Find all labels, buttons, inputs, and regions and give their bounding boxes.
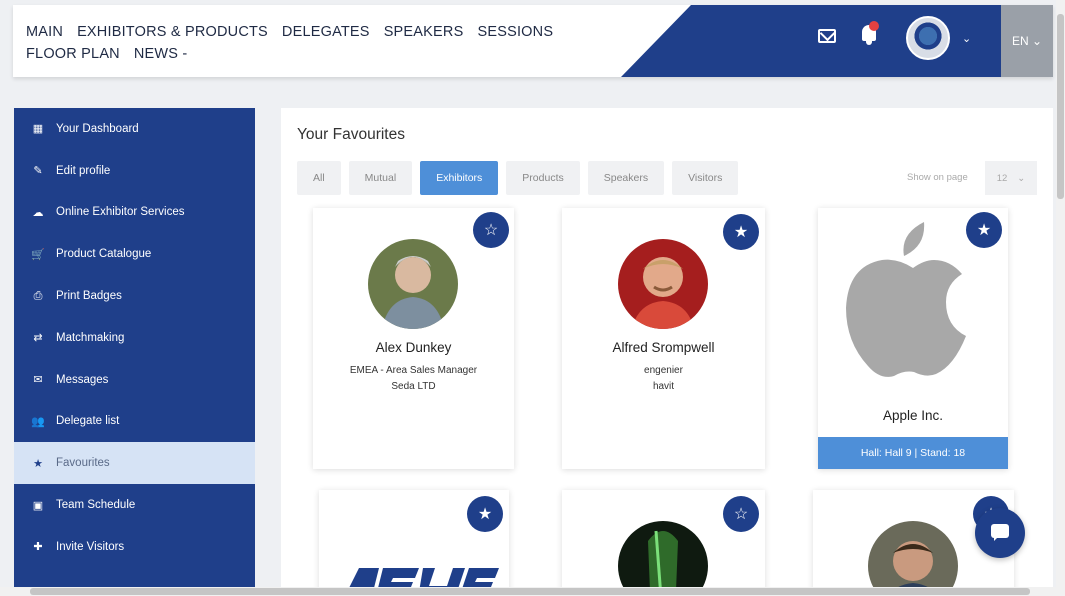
- sidebar-item-label: Product Catalogue: [56, 248, 152, 261]
- sidebar: ▦ Your Dashboard ✎ Edit profile ☁ Online Ex…: [14, 108, 255, 588]
- card-company: Seda LTD: [391, 381, 436, 392]
- card-name: Alex Dunkey: [375, 340, 452, 355]
- tab-mutual[interactable]: Mutual: [348, 161, 413, 195]
- nav-floor-plan[interactable]: FLOOR PLAN: [26, 43, 120, 65]
- header-accent: [621, 5, 1053, 77]
- scrollbar-thumb[interactable]: [1057, 14, 1064, 199]
- tab-all[interactable]: All: [297, 161, 341, 195]
- sidebar-item-favourites[interactable]: ★ Favourites: [14, 442, 255, 485]
- card-name: Apple Inc.: [882, 408, 944, 423]
- tab-visitors[interactable]: Visitors: [672, 161, 739, 195]
- calendar-icon: ▣: [32, 499, 44, 512]
- nav-news[interactable]: NEWS -: [134, 43, 188, 65]
- sidebar-item-label: Team Schedule: [56, 499, 136, 512]
- dashboard-icon: ▦: [32, 123, 44, 136]
- avatar[interactable]: [906, 16, 950, 60]
- page-title: Your Favourites: [297, 126, 405, 143]
- main-nav: MAIN EXHIBITORS & PRODUCTS DELEGATES SPEAKE…: [26, 21, 586, 65]
- sidebar-item-label: Delegate list: [56, 415, 120, 428]
- favourite-card[interactable]: ★ Apple Inc. Hall: Hall 9 | Stand: 18: [818, 208, 1008, 469]
- nav-main[interactable]: MAIN: [26, 21, 63, 43]
- sidebar-item-label: Online Exhibitor Services: [56, 206, 185, 219]
- apple-logo-icon: [846, 222, 966, 377]
- nav-exhibitors-products[interactable]: EXHIBITORS & PRODUCTS: [77, 21, 268, 43]
- language-selector[interactable]: EN ⌄: [1001, 5, 1053, 77]
- favourite-card[interactable]: ☆: [562, 490, 765, 588]
- users-icon: 👥: [31, 415, 45, 428]
- sidebar-item-label: Invite Visitors: [56, 540, 125, 553]
- card-role: EMEA - Area Sales Manager: [349, 365, 478, 376]
- card-role: engenier: [644, 365, 683, 376]
- tab-exhibitors[interactable]: Exhibitors: [420, 161, 499, 195]
- message-icon: ✉: [33, 374, 43, 387]
- sidebar-item-edit-profile[interactable]: ✎ Edit profile: [14, 150, 255, 192]
- sidebar-item-label: Messages: [56, 373, 109, 386]
- star-outline-icon[interactable]: ☆: [473, 212, 509, 248]
- filter-tabs: All Mutual Exhibitors Products Speakers …: [297, 161, 739, 195]
- card-name: Alfred Srompwell: [612, 340, 715, 355]
- chevron-down-icon[interactable]: ⌄: [962, 32, 971, 45]
- sidebar-item-messages[interactable]: ✉ Messages: [14, 359, 255, 401]
- person-photo: [368, 239, 458, 329]
- scrollbar-thumb[interactable]: [30, 588, 1030, 595]
- notification-badge: [869, 21, 879, 31]
- top-header: MAIN EXHIBITORS & PRODUCTS DELEGATES SPEAKE…: [13, 5, 1053, 77]
- star-filled-icon[interactable]: ★: [467, 496, 503, 532]
- sidebar-item-dashboard[interactable]: ▦ Your Dashboard: [14, 108, 255, 150]
- favourites-panel: Your Favourites All Mutual Exhibitors Pr…: [281, 108, 1053, 588]
- nav-speakers[interactable]: SPEAKERS: [384, 21, 464, 43]
- chat-icon[interactable]: [975, 508, 1025, 558]
- favourite-card[interactable]: ★: [319, 490, 509, 588]
- vertical-scrollbar[interactable]: [1056, 0, 1065, 596]
- page-size-select[interactable]: 12 ⌄: [985, 161, 1037, 195]
- person-photo: [618, 521, 708, 588]
- person-photo: [868, 521, 958, 588]
- horizontal-scrollbar[interactable]: [0, 587, 1056, 596]
- mail-icon[interactable]: [818, 29, 836, 43]
- favourite-card[interactable]: ★ Alfred Srompwell engenier havit: [562, 208, 765, 469]
- star-filled-icon[interactable]: ★: [723, 214, 759, 250]
- nav-sessions[interactable]: SESSIONS: [477, 21, 553, 43]
- sidebar-item-label: Matchmaking: [56, 331, 125, 344]
- show-on-page-label: Show on page: [907, 172, 968, 183]
- favourite-card[interactable]: ☆ Alex Dunkey EMEA - Area Sales Manager …: [313, 208, 514, 469]
- sidebar-item-product-catalogue[interactable]: 🛒 Product Catalogue: [14, 233, 255, 275]
- sidebar-item-matchmaking[interactable]: ⇄ Matchmaking: [14, 317, 255, 359]
- handshake-icon: ⇄: [33, 332, 43, 345]
- card-company: havit: [652, 381, 675, 392]
- pencil-icon: ✎: [33, 165, 43, 178]
- tab-products[interactable]: Products: [506, 161, 580, 195]
- cart-icon: 🛒: [31, 248, 45, 261]
- asus-logo-icon: [349, 568, 499, 588]
- hall-stand-badge: Hall: Hall 9 | Stand: 18: [818, 437, 1008, 469]
- sidebar-item-label: Print Badges: [56, 290, 122, 303]
- print-icon: ⎙: [33, 289, 43, 302]
- sidebar-item-label: Edit profile: [56, 164, 111, 177]
- star-icon: ★: [33, 457, 43, 470]
- sidebar-item-label: Favourites: [56, 457, 110, 470]
- chevron-down-icon: ⌄: [1017, 172, 1026, 184]
- sidebar-item-delegate-list[interactable]: 👥 Delegate list: [14, 401, 255, 443]
- cloud-icon: ☁: [32, 206, 44, 219]
- sidebar-item-print-badges[interactable]: ⎙ Print Badges: [14, 275, 255, 317]
- person-photo: [618, 239, 708, 329]
- user-plus-icon: ✚: [33, 541, 43, 554]
- page-size-value: 12: [996, 172, 1008, 184]
- sidebar-item-label: Your Dashboard: [56, 122, 139, 135]
- sidebar-item-team-schedule[interactable]: ▣ Team Schedule: [14, 484, 255, 526]
- tab-speakers[interactable]: Speakers: [587, 161, 665, 195]
- sidebar-item-online-services[interactable]: ☁ Online Exhibitor Services: [14, 192, 255, 234]
- sidebar-item-invite-visitors[interactable]: ✚ Invite Visitors: [14, 526, 255, 568]
- nav-delegates[interactable]: DELEGATES: [282, 21, 370, 43]
- star-outline-icon[interactable]: ☆: [723, 496, 759, 532]
